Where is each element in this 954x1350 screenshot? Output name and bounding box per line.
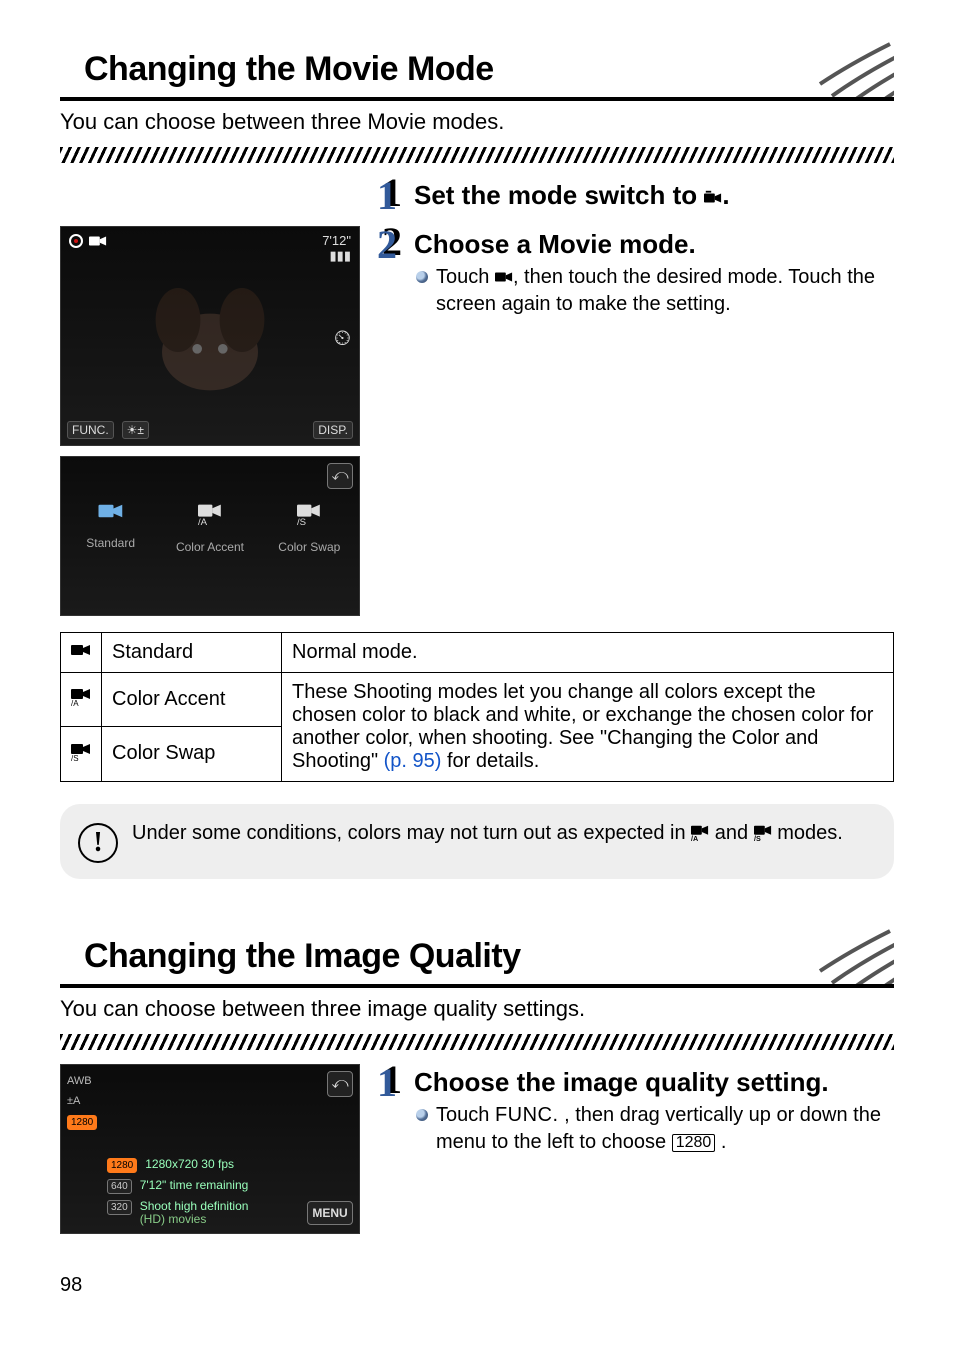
movie-color-accent-icon: /A (691, 822, 709, 849)
step-2-instruction: Touch , then touch the desired mode. Tou… (416, 264, 894, 318)
quality-desc: 1280x720 30 fps (145, 1158, 234, 1171)
step-2-title: Choose a Movie mode. (414, 226, 696, 261)
quality-option-320[interactable]: 320 Shoot high definition (HD) movies (107, 1200, 248, 1226)
movie-standard-icon (98, 501, 124, 526)
func-label: FUNC. (495, 1104, 559, 1126)
hatched-divider (60, 147, 894, 163)
iq-step-1-heading: 11 Choose the image quality setting. (374, 1064, 894, 1099)
mode-name: Color Accent (102, 672, 282, 727)
page-number: 98 (60, 1274, 894, 1297)
movie-color-swap-icon: /S (61, 727, 102, 782)
step-number-1: 11 (374, 177, 408, 209)
back-button[interactable]: ⤺ (327, 1071, 353, 1097)
exposure-label: ±A (67, 1095, 97, 1107)
section-header-movie-mode: Changing the Movie Mode (60, 40, 894, 101)
mode-option-color-accent[interactable]: /A Color Accent (165, 501, 255, 554)
caution-text-before: Under some conditions, colors may not tu… (132, 822, 691, 844)
caution-note: ! Under some conditions, colors may not … (60, 804, 894, 879)
caution-and: and (715, 822, 754, 844)
svg-text:/A: /A (691, 834, 698, 841)
section-intro: You can choose between three Movie modes… (60, 109, 894, 135)
quality-option-640[interactable]: 640 7'12" time remaining (107, 1179, 248, 1194)
caution-icon: ! (78, 823, 118, 863)
back-button[interactable]: ⤺ (327, 463, 353, 489)
quality-chip: 320 (107, 1200, 132, 1215)
bullet-icon (416, 1109, 428, 1121)
movie-color-swap-icon: /S (296, 501, 322, 530)
iq-text-c: . (721, 1131, 727, 1153)
iq-step-1-instruction: Touch FUNC. , then drag vertically up or… (416, 1102, 894, 1156)
menu-button[interactable]: MENU (307, 1201, 353, 1225)
mode-label: Color Swap (278, 540, 340, 554)
movie-mode-icon (704, 181, 722, 197)
header-wave-decoration (810, 40, 894, 101)
disp-button[interactable]: DISP. (313, 421, 353, 439)
desc-before: These Shooting modes let you change all … (292, 681, 873, 772)
bullet-icon (416, 271, 428, 283)
section-title: Changing the Movie Mode (84, 50, 884, 89)
quality-desc: 7'12" time remaining (140, 1179, 249, 1192)
table-row: /A Color Accent These Shooting modes let… (61, 672, 894, 727)
camera-preview-shot-movie: 7'12" ▮▮▮ ⏲ FUNC. ☀± DISP. (60, 226, 360, 446)
movie-mode-icon (89, 233, 107, 249)
svg-text:/A: /A (198, 517, 208, 525)
mode-label: Color Accent (176, 540, 244, 554)
iq-step-1-title: Choose the image quality setting. (414, 1064, 829, 1099)
quality-desc-sub: (HD) movies (140, 1213, 249, 1226)
quality-desc: Shoot high definition (140, 1199, 249, 1213)
step-1-title-after: . (722, 180, 729, 210)
caution-text-after: modes. (777, 822, 843, 844)
movie-mode-icon (495, 266, 513, 282)
mode-name: Color Swap (102, 727, 282, 782)
quality-chip: 640 (107, 1179, 132, 1194)
preview-subject-icon (61, 227, 359, 445)
record-indicator-icon (69, 234, 83, 248)
step-number-2: 22 (374, 226, 408, 258)
svg-text:/S: /S (754, 834, 761, 841)
svg-text:/S: /S (297, 517, 306, 525)
image-quality-menu-shot: ⤺ MENU AWB ±A 1280 1280 1280x720 30 fps … (60, 1064, 360, 1234)
section-intro: You can choose between three image quali… (60, 996, 894, 1022)
battery-icon: ▮▮▮ (322, 248, 351, 264)
page-cross-reference-link[interactable]: (p. 95) (384, 750, 442, 772)
movie-color-accent-icon: /A (61, 672, 102, 727)
section-header-image-quality: Changing the Image Quality (60, 927, 894, 988)
desc-after: for details. (447, 750, 539, 772)
step-2-text-before: Touch (436, 266, 495, 288)
svg-text:/A: /A (71, 699, 79, 706)
mode-label: Standard (86, 536, 135, 550)
quality-chip-selected: 1280 (67, 1115, 97, 1130)
mode-option-color-swap[interactable]: /S Color Swap (264, 501, 354, 554)
side-setting-column: AWB ±A 1280 (67, 1075, 97, 1130)
awb-label: AWB (67, 1075, 97, 1087)
movie-color-accent-icon: /A (197, 501, 223, 530)
header-wave-decoration (810, 927, 894, 988)
mode-desc-combined: These Shooting modes let you change all … (282, 672, 894, 781)
exposure-button[interactable]: ☀± (122, 421, 149, 439)
movie-color-swap-icon: /S (754, 822, 772, 849)
svg-text:/S: /S (71, 754, 79, 761)
mode-desc: Normal mode. (282, 632, 894, 672)
step-number-1: 11 (374, 1064, 408, 1096)
section-title: Changing the Image Quality (84, 937, 884, 976)
step-1-heading: 11 Set the mode switch to . (374, 177, 894, 212)
hatched-divider (60, 1034, 894, 1050)
step-2-heading: 22 Choose a Movie mode. (374, 226, 894, 261)
quality-option-1280[interactable]: 1280 1280x720 30 fps (107, 1158, 248, 1173)
rec-time-label: 7'12" (322, 233, 351, 249)
table-row: Standard Normal mode. (61, 632, 894, 672)
quality-1280-icon: 1280 (672, 1134, 716, 1152)
movie-standard-icon (61, 632, 102, 672)
iq-text-a: Touch (436, 1104, 495, 1126)
self-timer-icon: ⏲ (334, 325, 351, 351)
quality-chip: 1280 (107, 1158, 137, 1173)
movie-mode-picker-shot: ⤺ Standard /A Color Accent (60, 456, 360, 616)
func-button[interactable]: FUNC. (67, 421, 114, 439)
movie-mode-table: Standard Normal mode. /A Color Accent Th… (60, 632, 894, 782)
step-1-title-before: Set the mode switch to (414, 180, 704, 210)
mode-name: Standard (102, 632, 282, 672)
mode-option-standard[interactable]: Standard (66, 501, 156, 554)
